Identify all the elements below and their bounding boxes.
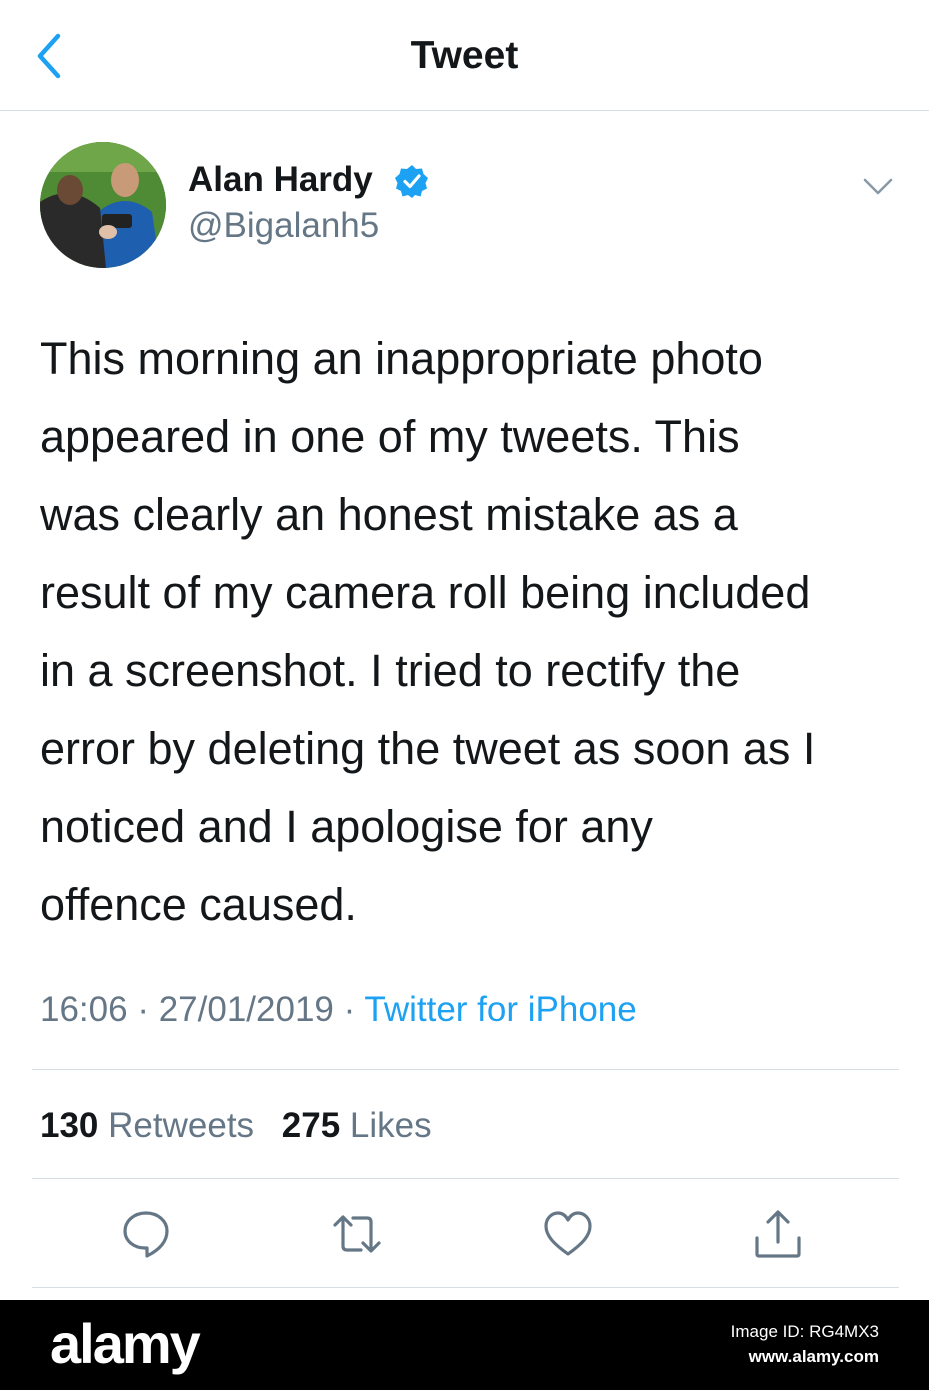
reply-icon[interactable] xyxy=(120,1208,172,1260)
tweet-date: 27/01/2019 xyxy=(158,990,334,1029)
divider xyxy=(32,1178,899,1179)
tweet-source-link[interactable]: Twitter for iPhone xyxy=(364,990,636,1029)
tweet-stats: 130 Retweets 275 Likes xyxy=(40,1102,450,1150)
avatar-photo xyxy=(40,142,166,268)
retweets-stat[interactable]: 130 Retweets xyxy=(40,1106,254,1145)
meta-separator: · xyxy=(137,990,149,1029)
retweets-label: Retweets xyxy=(108,1106,255,1145)
tweet-text: This morning an inappropriate photo appe… xyxy=(40,333,816,930)
retweets-count: 130 xyxy=(40,1106,99,1145)
share-icon[interactable] xyxy=(752,1208,804,1260)
verified-badge-icon xyxy=(395,165,428,198)
watermark-url: www.alamy.com xyxy=(748,1347,879,1366)
meta-separator: · xyxy=(343,990,356,1029)
tweet-metadata: 16:06 · 27/01/2019 · Twitter for iPhone xyxy=(40,986,637,1034)
app-header: Tweet xyxy=(0,0,929,111)
page-title: Tweet xyxy=(410,34,519,77)
avatar[interactable] xyxy=(40,142,166,268)
likes-count: 275 xyxy=(281,1106,341,1145)
watermark-image-id: Image ID: RG4MX3 xyxy=(730,1322,879,1341)
likes-stat[interactable]: 275 Likes xyxy=(282,1106,432,1145)
author-display-name[interactable]: Alan Hardy xyxy=(188,158,373,202)
chevron-down-icon[interactable] xyxy=(860,172,896,200)
likes-label: Likes xyxy=(349,1106,432,1145)
retweet-icon[interactable] xyxy=(331,1208,383,1260)
tweet-time: 16:06 xyxy=(40,990,128,1029)
watermark-logo: alamy xyxy=(50,1312,201,1375)
divider xyxy=(32,1287,899,1288)
divider xyxy=(32,1069,899,1070)
like-icon[interactable] xyxy=(542,1208,594,1260)
author-handle[interactable]: @Bigalanh5 xyxy=(188,204,379,248)
